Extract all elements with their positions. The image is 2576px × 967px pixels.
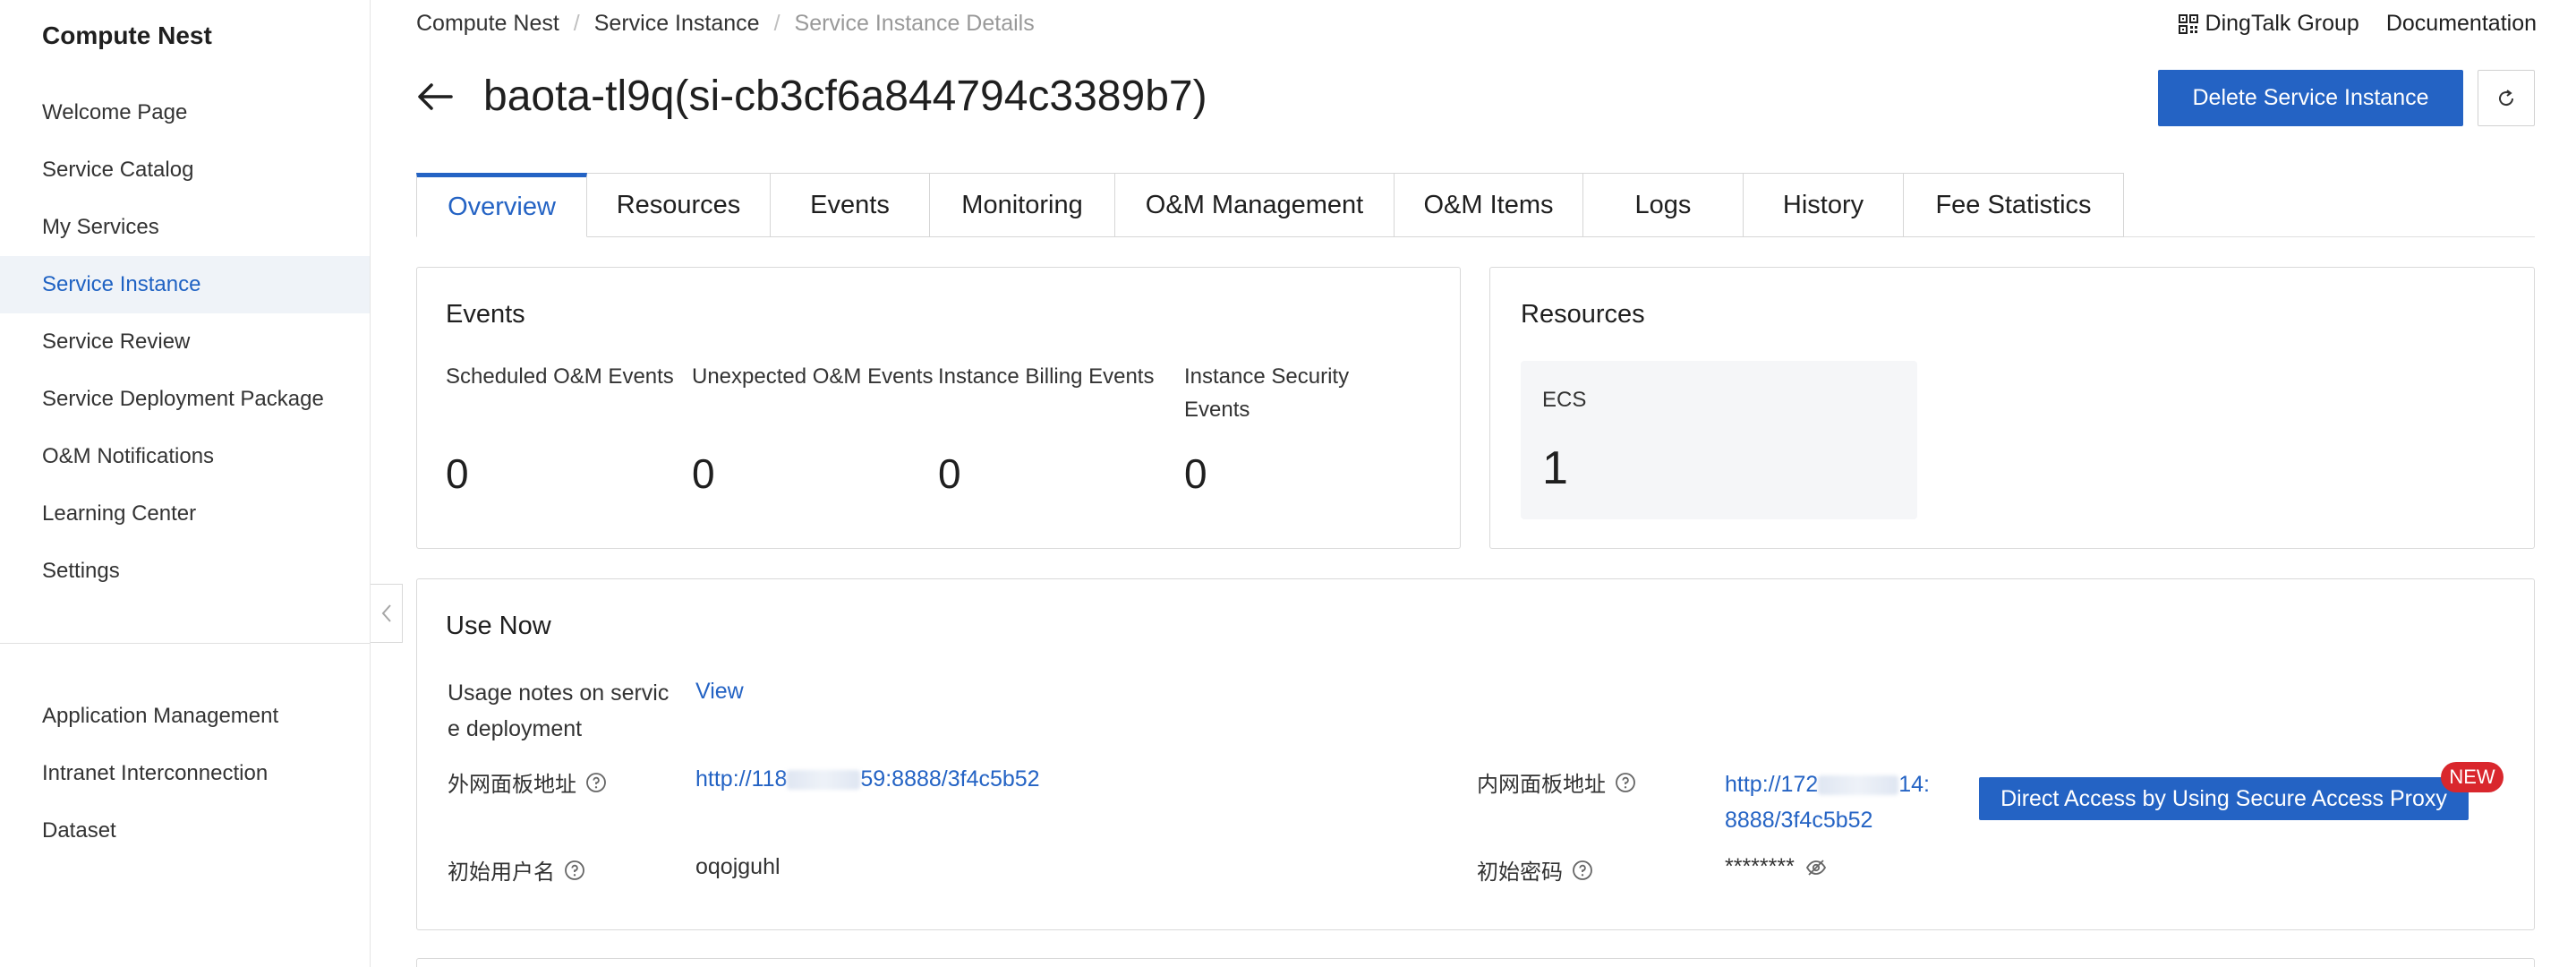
refresh-icon: [2499, 89, 2514, 106]
sidebar-collapse-button[interactable]: [371, 584, 403, 643]
initial-password-text: 初始密码: [1477, 860, 1563, 885]
sidebar: Compute Nest Welcome Page Service Catalo…: [0, 0, 371, 967]
instance-security-events-value: 0: [1184, 450, 1207, 497]
next-card-edge: [416, 958, 2535, 967]
documentation-link[interactable]: Documentation: [2386, 11, 2537, 37]
initial-password-value: ********: [1725, 854, 1795, 879]
tab-resources[interactable]: Resources: [586, 173, 771, 237]
help-icon[interactable]: [1615, 772, 1636, 793]
tab-logs[interactable]: Logs: [1582, 173, 1744, 237]
new-badge: NEW: [2441, 762, 2503, 792]
private-panel-address-label: 内网面板地址: [1477, 766, 1636, 798]
sidebar-item-my-services[interactable]: My Services: [0, 199, 370, 256]
sidebar-item-application-management[interactable]: Application Management: [0, 688, 370, 745]
tab-bar: Overview Resources Events Monitoring O&M…: [416, 173, 2124, 237]
private-panel-url-end: 8888/3f4c5b52: [1725, 808, 1873, 833]
private-panel-address-text: 内网面板地址: [1477, 773, 1606, 797]
use-now-title: Use Now: [446, 612, 551, 640]
breadcrumb-service-instance[interactable]: Service Instance: [594, 11, 760, 37]
tab-overview[interactable]: Overview: [416, 173, 587, 237]
private-panel-url-link[interactable]: http://172 14: 8888/3f4c5b52: [1725, 766, 1966, 838]
sidebar-item-service-instance[interactable]: Service Instance: [0, 256, 370, 313]
help-icon[interactable]: [1572, 860, 1593, 881]
sidebar-item-service-review[interactable]: Service Review: [0, 313, 370, 371]
secure-access-proxy-button[interactable]: Direct Access by Using Secure Access Pro…: [1979, 777, 2469, 820]
sidebar-divider: [0, 643, 370, 644]
initial-password-label: 初始密码: [1477, 854, 1593, 886]
initial-username-label: 初始用户名: [448, 854, 585, 886]
public-panel-address-label: 外网面板地址: [448, 766, 607, 798]
breadcrumb-separator: /: [573, 11, 580, 36]
sidebar-item-service-deployment-package[interactable]: Service Deployment Package: [0, 371, 370, 428]
resources-card-title: Resources: [1521, 300, 1645, 329]
unexpected-om-events-label: Unexpected O&M Events: [692, 364, 934, 389]
public-panel-url-end: 59:8888/3f4c5b52: [860, 766, 1040, 792]
public-panel-url-start: http://118: [695, 766, 788, 792]
ecs-label: ECS: [1542, 388, 1587, 412]
scheduled-om-events-value: 0: [446, 450, 469, 497]
delete-service-instance-button[interactable]: Delete Service Instance: [2158, 70, 2463, 126]
eye-hidden-icon[interactable]: [1805, 857, 1827, 878]
instance-security-events-label: Instance Security Events: [1184, 364, 1350, 422]
redacted-segment: [787, 769, 861, 790]
page-title: baota-tl9q(si-cb3cf6a844794c3389b7): [483, 73, 1207, 120]
usage-notes-label: Usage notes on servic e deployment: [448, 680, 670, 741]
dingtalk-group-link[interactable]: DingTalk Group: [2178, 11, 2359, 37]
instance-billing-events-value: 0: [938, 450, 961, 497]
redacted-segment: [1818, 775, 1899, 796]
initial-username-text: 初始用户名: [448, 860, 555, 885]
ecs-count: 1: [1542, 442, 1568, 494]
tab-history[interactable]: History: [1743, 173, 1904, 237]
tab-fee-statistics[interactable]: Fee Statistics: [1903, 173, 2124, 237]
public-panel-url-link[interactable]: http://118 59:8888/3f4c5b52: [695, 766, 1040, 792]
qr-code-icon: [2178, 13, 2198, 34]
initial-password-field: ********: [1725, 854, 1827, 880]
back-arrow-icon[interactable]: [414, 75, 456, 118]
sidebar-item-welcome-page[interactable]: Welcome Page: [0, 84, 370, 141]
tab-monitoring[interactable]: Monitoring: [929, 173, 1115, 237]
private-panel-url-mid: 14:: [1898, 772, 1931, 797]
sidebar-item-om-notifications[interactable]: O&M Notifications: [0, 428, 370, 485]
tab-om-items[interactable]: O&M Items: [1394, 173, 1583, 237]
sidebar-item-settings[interactable]: Settings: [0, 543, 370, 600]
refresh-button[interactable]: [2478, 70, 2535, 126]
scheduled-om-events-label: Scheduled O&M Events: [446, 364, 674, 389]
private-panel-url-start: http://172: [1725, 772, 1819, 797]
tab-om-management[interactable]: O&M Management: [1114, 173, 1395, 237]
sidebar-brand: Compute Nest: [42, 21, 212, 49]
instance-billing-events-label: Instance Billing Events: [938, 364, 1155, 389]
ecs-resource-tile[interactable]: ECS 1: [1521, 361, 1917, 519]
sidebar-item-intranet-interconnection[interactable]: Intranet Interconnection: [0, 745, 370, 802]
tab-events[interactable]: Events: [770, 173, 930, 237]
help-icon[interactable]: [585, 772, 607, 793]
initial-username-value: oqojguhl: [695, 854, 780, 879]
chevron-left-icon: [381, 604, 391, 622]
help-icon[interactable]: [564, 860, 585, 881]
breadcrumb-current: Service Instance Details: [794, 11, 1035, 36]
sidebar-item-service-catalog[interactable]: Service Catalog: [0, 141, 370, 199]
events-card-title: Events: [446, 300, 525, 329]
breadcrumb: Compute Nest / Service Instance / Servic…: [416, 11, 1035, 37]
breadcrumb-separator: /: [773, 11, 780, 36]
dingtalk-group-label: DingTalk Group: [2205, 11, 2359, 36]
unexpected-om-events-value: 0: [692, 450, 715, 497]
top-links: DingTalk Group Documentation: [2178, 11, 2537, 37]
view-usage-notes-link[interactable]: View: [695, 679, 744, 705]
breadcrumb-compute-nest[interactable]: Compute Nest: [416, 11, 559, 37]
public-panel-address-text: 外网面板地址: [448, 773, 576, 797]
sidebar-item-dataset[interactable]: Dataset: [0, 802, 370, 860]
sidebar-item-learning-center[interactable]: Learning Center: [0, 485, 370, 543]
